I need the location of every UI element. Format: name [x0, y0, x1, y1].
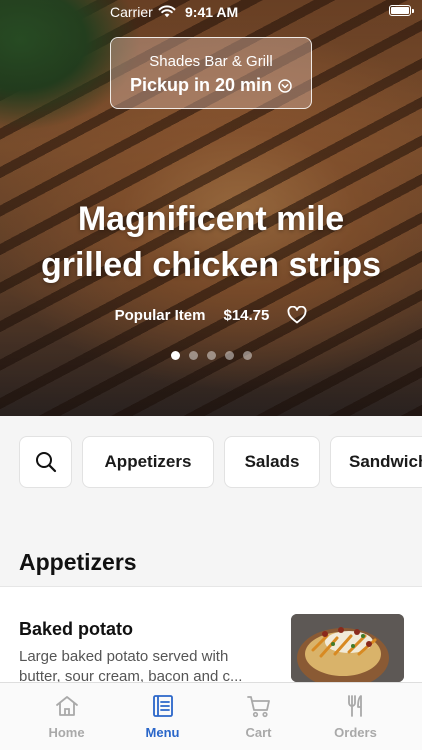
- menu-item-image: [291, 614, 404, 682]
- restaurant-name: Shades Bar & Grill: [149, 53, 273, 70]
- carrier-label: Carrier: [110, 4, 153, 20]
- search-button[interactable]: [19, 436, 72, 488]
- menu-item-card[interactable]: Baked potato Large baked potato served w…: [0, 587, 422, 685]
- menu-item-description: Large baked potato served with butter, s…: [19, 648, 243, 685]
- menu-item-name: Baked potato: [19, 619, 134, 639]
- chevron-down-circle-icon: [278, 78, 292, 93]
- search-icon: [35, 452, 56, 473]
- tab-home[interactable]: Home: [14, 683, 119, 750]
- baked-potato-photo: [291, 614, 404, 682]
- carousel-dot[interactable]: [170, 351, 180, 360]
- popular-badge: Popular Item: [114, 306, 206, 324]
- carousel-dot[interactable]: [188, 351, 198, 360]
- pickup-selector[interactable]: Shades Bar & Grill Pickup in 20 min: [110, 37, 312, 109]
- carousel-indicator[interactable]: [0, 351, 422, 360]
- tab-orders[interactable]: Orders: [303, 683, 408, 750]
- tab-cart[interactable]: Cart: [206, 683, 311, 750]
- hero-item-title: Magnificent mile grilled chicken strips: [40, 200, 382, 284]
- carousel-dot[interactable]: [224, 351, 234, 360]
- carousel-dot[interactable]: [242, 351, 252, 360]
- heart-icon[interactable]: [287, 306, 307, 324]
- utensils-icon: [348, 695, 362, 717]
- clock-time: 9:41 AM: [185, 4, 239, 20]
- section-title: Appetizers: [19, 549, 137, 575]
- home-icon: [56, 696, 78, 716]
- category-bar: Appetizers Salads Sandwiches: [0, 416, 422, 510]
- category-chip-appetizers[interactable]: Appetizers: [82, 436, 214, 488]
- battery-icon: [389, 5, 414, 16]
- hero-banner[interactable]: Carrier 9:41 AM Shades Bar & Grill Picku…: [0, 0, 422, 416]
- wifi-icon: [158, 5, 176, 18]
- hero-item-price: $14.75: [223, 306, 270, 324]
- hero-item-meta: Popular Item $14.75: [0, 306, 422, 324]
- carousel-dot[interactable]: [206, 351, 216, 360]
- status-bar: Carrier 9:41 AM: [0, 0, 422, 24]
- pickup-time-label: Pickup in 20 min: [129, 75, 273, 95]
- menu-icon: [153, 695, 173, 717]
- category-chip-salads[interactable]: Salads: [224, 436, 320, 488]
- tab-menu[interactable]: Menu: [110, 683, 215, 750]
- cart-icon: [247, 696, 270, 718]
- bottom-tab-bar: Home Menu Cart Orders: [0, 682, 422, 750]
- category-chip-sandwiches[interactable]: Sandwiches: [330, 436, 422, 488]
